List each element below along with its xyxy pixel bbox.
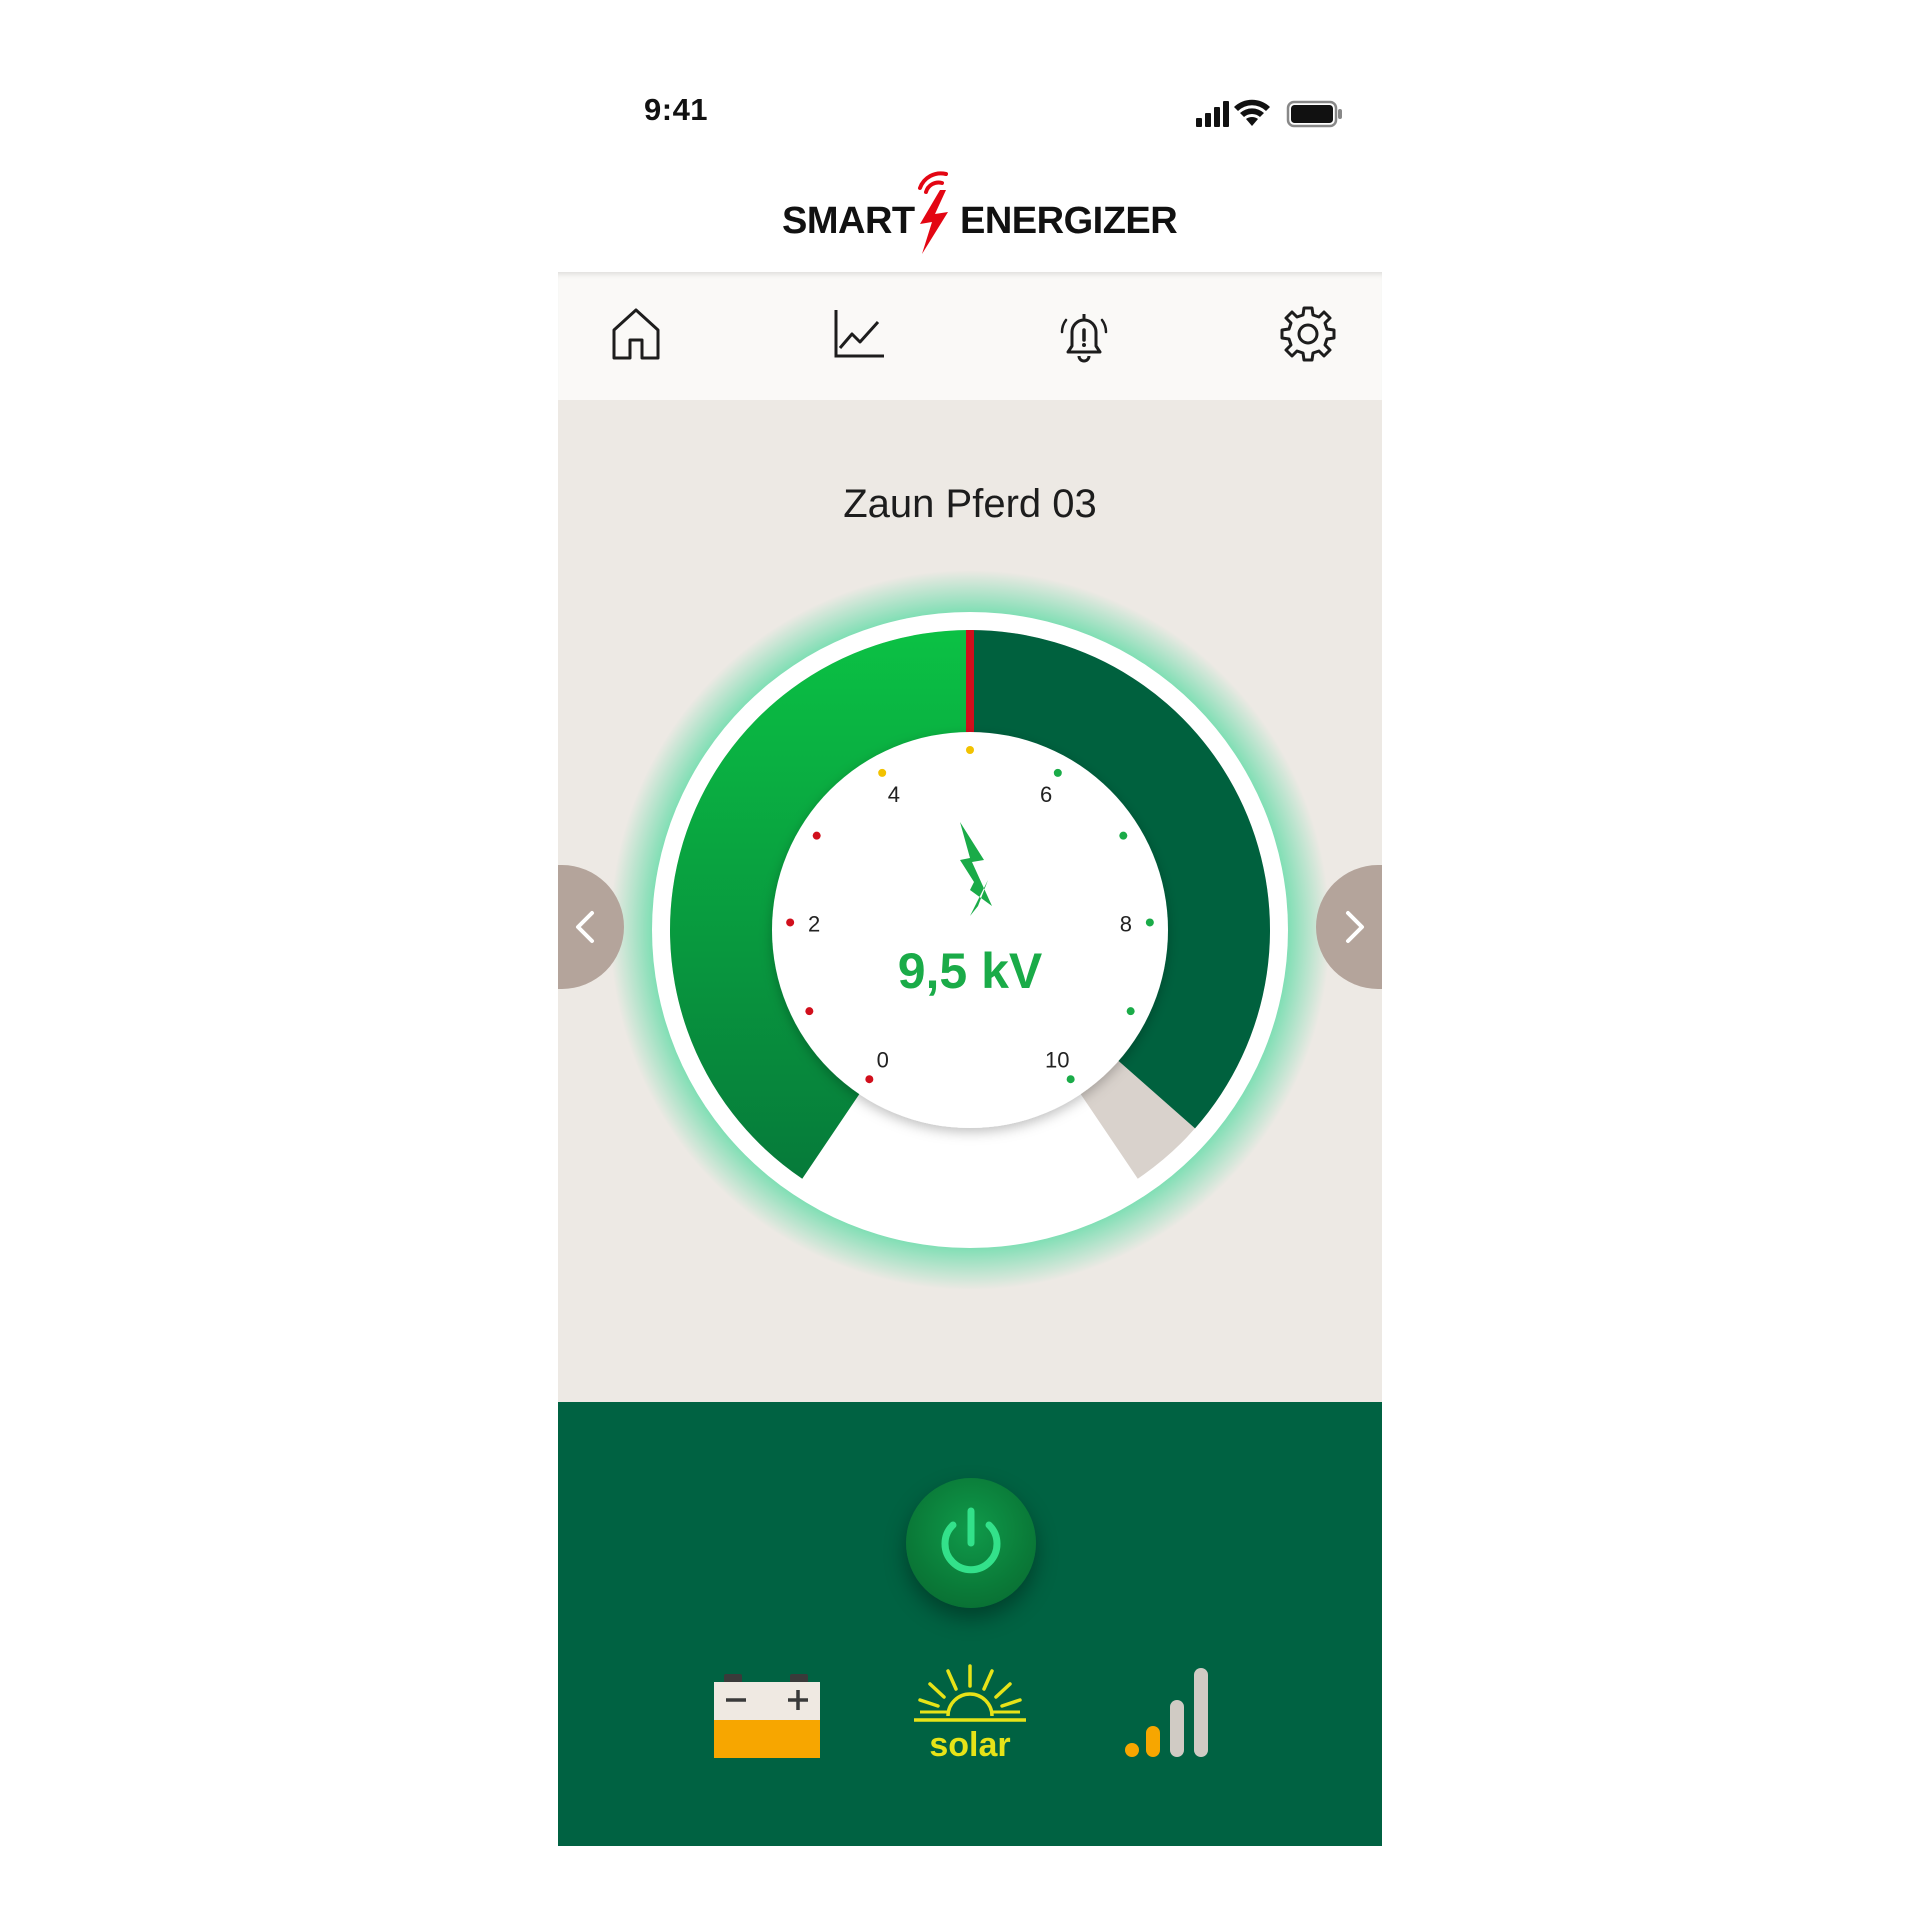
nav-alarm-button[interactable]	[1052, 302, 1116, 366]
battery-icon	[1286, 100, 1342, 128]
status-time: 9:41	[644, 92, 709, 127]
gauge-tick-label: 6	[1040, 782, 1052, 807]
chevron-left-icon	[576, 911, 594, 943]
sun-icon	[914, 1664, 1026, 1722]
gauge-tick-dot	[865, 1075, 874, 1084]
gauge-tick-dot	[1126, 1007, 1135, 1016]
phone-screen: 9:41 SMART ENERGIZER Zaun Pferd 03 0 2 4…	[558, 0, 1382, 1846]
chart-icon	[834, 310, 884, 358]
solar-label: solar	[929, 1726, 1011, 1764]
gauge-tick-dot	[805, 1007, 814, 1016]
gauge-tick-dot	[1066, 1075, 1075, 1084]
gauge-dial	[772, 732, 1168, 1128]
logo-text-smart: SMART	[782, 200, 915, 242]
chevron-right-icon	[1346, 911, 1364, 943]
cellular-signal-icon	[1196, 101, 1229, 127]
home-icon	[612, 308, 660, 360]
car-battery-icon	[714, 1674, 820, 1758]
voltage-gauge: 0 2 4 6 8 10	[610, 570, 1330, 1290]
app-logo: SMART ENERGIZER	[782, 168, 1178, 258]
gauge-tick-dot	[966, 746, 974, 754]
control-panel: solar	[558, 1402, 1382, 1846]
nav-settings-button[interactable]	[1276, 302, 1340, 366]
logo-text-energizer: ENERGIZER	[960, 200, 1178, 242]
power-icon	[941, 1507, 1001, 1574]
nav-chart-button[interactable]	[828, 302, 892, 366]
gauge-tick-label: 8	[1120, 911, 1132, 936]
gear-icon	[1280, 306, 1336, 362]
device-name: Zaun Pferd 03	[843, 482, 1097, 526]
gauge-tick-dot	[786, 918, 795, 927]
gauge-tick-label: 4	[888, 782, 900, 807]
status-bar: 9:41	[558, 86, 1382, 140]
power-button[interactable]	[906, 1478, 1036, 1608]
gauge-value: 9,5 kV	[897, 943, 1043, 999]
gauge-tick-dot	[1053, 768, 1062, 777]
gauge-tick-dot	[1119, 831, 1128, 840]
wifi-icon	[1234, 99, 1270, 126]
solar-indicator: solar	[908, 1662, 1032, 1772]
main-content: Zaun Pferd 03 0 2 4 6 8 10 9,5 kV	[558, 400, 1382, 1402]
gauge-tick-label: 10	[1045, 1047, 1069, 1072]
alarm-bell-icon	[1060, 314, 1108, 363]
status-icons	[1196, 99, 1342, 128]
lightning-wireless-icon	[918, 171, 948, 254]
app-header: SMART ENERGIZER	[558, 162, 1382, 272]
gauge-tick-dot	[812, 831, 821, 840]
gauge-tick-label: 2	[808, 911, 820, 936]
gauge-tick-dot	[878, 768, 887, 777]
nav-home-button[interactable]	[604, 302, 668, 366]
nav-bar	[558, 272, 1382, 400]
gauge-tick-dot	[1145, 918, 1154, 927]
signal-bars-icon	[1125, 1668, 1208, 1757]
gauge-tick-label: 0	[877, 1047, 889, 1072]
